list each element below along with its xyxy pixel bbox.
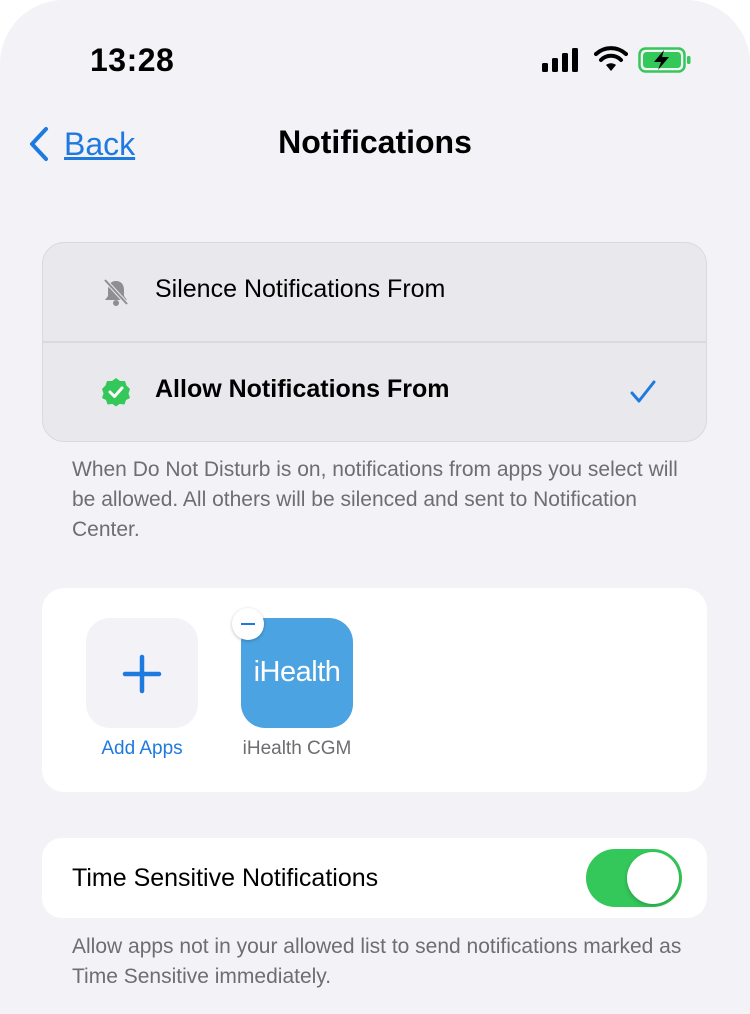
- allow-footer-text: When Do Not Disturb is on, notifications…: [72, 458, 678, 541]
- allowed-apps-card: Add Apps iHealth iHealth CGM: [42, 588, 707, 792]
- checkmark-icon: [630, 380, 656, 403]
- allow-notifications-option[interactable]: Allow Notifications From: [42, 342, 707, 442]
- cellular-signal-icon: [542, 48, 578, 72]
- remove-app-button[interactable]: [232, 608, 264, 640]
- status-bar: 13:28: [0, 0, 750, 110]
- option-label: Allow Notifications From: [155, 375, 450, 403]
- time-sensitive-row: Time Sensitive Notifications: [42, 838, 707, 918]
- silence-notifications-option[interactable]: Silence Notifications From: [42, 242, 707, 342]
- time-sensitive-label: Time Sensitive Notifications: [72, 864, 379, 892]
- status-time: 13:28: [90, 42, 175, 78]
- time-sensitive-toggle[interactable]: [586, 849, 682, 907]
- option-label: Silence Notifications From: [155, 275, 446, 303]
- add-apps-button[interactable]: [86, 618, 198, 728]
- phone-screen: 13:28 Back Notifications Silence Notific…: [0, 0, 750, 1014]
- add-apps-label[interactable]: Add Apps: [72, 738, 212, 760]
- wifi-icon: [594, 46, 628, 71]
- toggle-knob: [627, 852, 679, 904]
- app-logo-text: iHealth: [253, 656, 341, 688]
- navigation-bar: Back Notifications: [0, 110, 750, 174]
- bell-slash-icon: [103, 278, 129, 306]
- page-title: Notifications: [278, 124, 472, 160]
- plus-icon: [122, 654, 162, 694]
- time-sensitive-footer-text: Allow apps not in your allowed list to s…: [72, 935, 682, 988]
- battery-charging-icon: [638, 47, 691, 73]
- checkmark-seal-icon: [102, 378, 130, 407]
- app-name: iHealth CGM: [242, 738, 352, 759]
